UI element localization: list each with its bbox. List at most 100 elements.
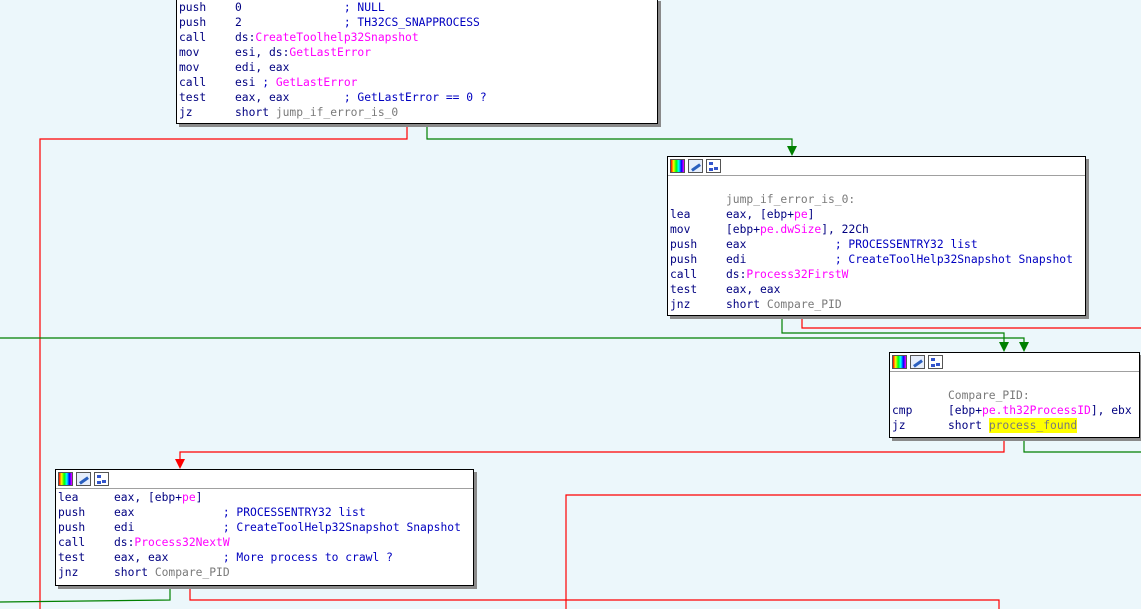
code-label[interactable]: jump_if_error_is_0: [276, 105, 398, 120]
asm-mnemonic: test: [670, 283, 698, 296]
edge-red-lower-a: [565, 494, 1141, 609]
asm-mnemonic: mov: [179, 61, 200, 74]
graph-overview-icon[interactable]: [94, 472, 109, 486]
symbol-name[interactable]: pe.dwSize: [760, 222, 821, 237]
asm-line[interactable]: push eax ; PROCESSENTRY32 list: [58, 505, 471, 520]
asm-mnemonic: call: [58, 536, 86, 549]
asm-line[interactable]: call ds:CreateToolhelp32Snapshot: [179, 30, 655, 45]
asm-operand: 0: [235, 1, 242, 14]
asm-operand: ]: [807, 208, 815, 221]
color-palette-icon[interactable]: [892, 355, 907, 369]
asm-line[interactable]: mov edi, eax: [179, 60, 655, 75]
code-label[interactable]: Compare_PID: [155, 565, 230, 580]
asm-line[interactable]: push edi ; CreateToolHelp32Snapshot Snaps…: [58, 520, 471, 535]
symbol-name[interactable]: GetLastError: [289, 45, 371, 60]
asm-comment: ; NULL: [241, 1, 385, 14]
asm-line[interactable]: push edi ; CreateToolHelp32Snapshot Snaps…: [670, 252, 1083, 267]
asm-line[interactable]: test eax, eax ; GetLastError == 0 ?: [179, 90, 655, 105]
code-label[interactable]: Compare_PID: [767, 297, 842, 312]
code-block-body: push 0 ; NULL push 2 ; TH32CS_SNAPPROCESS ca…: [177, 0, 657, 122]
edge-true-block0: [426, 124, 793, 150]
symbol-name[interactable]: pe.th32ProcessID: [982, 403, 1091, 418]
asm-line[interactable]: push eax ; PROCESSENTRY32 list: [670, 237, 1083, 252]
symbol-name[interactable]: Process32NextW: [134, 535, 229, 550]
asm-mnemonic: jnz: [58, 566, 79, 579]
asm-operand: ]: [195, 491, 203, 504]
symbol-name[interactable]: GetLastError: [276, 75, 358, 90]
asm-line[interactable]: lea eax, [ebp+pe]: [58, 490, 471, 505]
asm-line[interactable]: lea eax, [ebp+pe]: [670, 207, 1083, 222]
rename-pencil-icon[interactable]: [910, 355, 925, 369]
asm-line[interactable]: push 0 ; NULL: [179, 0, 655, 15]
asm-operand: eax, [ebp+: [726, 208, 795, 221]
highlighted-label[interactable]: process_found: [988, 418, 1078, 433]
asm-comment: ; CreateToolHelp32Snapshot Snapshot: [746, 253, 1073, 266]
asm-mnemonic: test: [179, 91, 207, 104]
rename-pencil-icon[interactable]: [76, 472, 91, 486]
asm-line[interactable]: mov esi, ds:GetLastError: [179, 45, 655, 60]
asm-operand: eax: [114, 506, 135, 519]
code-block-process32-next[interactable]: lea eax, [ebp+pe] push eax ; PROCESSENTRY32…: [55, 469, 474, 586]
asm-mnemonic: call: [179, 31, 207, 44]
edge-loop-back: [0, 585, 171, 603]
asm-mnemonic: lea: [58, 491, 79, 504]
code-block-toolbar: [890, 353, 1139, 372]
asm-line[interactable]: [670, 177, 1083, 192]
asm-operand: eax, eax: [726, 283, 781, 296]
asm-operand: esi, ds:: [235, 46, 290, 59]
asm-line[interactable]: call ds:Process32FirstW: [670, 267, 1083, 282]
asm-line[interactable]: cmp [ebp+pe.th32ProcessID], ebx: [892, 403, 1137, 418]
asm-line[interactable]: [892, 373, 1137, 388]
graph-overview-icon[interactable]: [706, 159, 721, 173]
asm-mnemonic: push: [58, 521, 86, 534]
edge-true-block2: [1023, 437, 1141, 453]
asm-line[interactable]: mov [ebp+pe.dwSize], 22Ch: [670, 222, 1083, 237]
asm-operand: 2: [235, 16, 242, 29]
symbol-name[interactable]: pe: [182, 490, 196, 505]
asm-mnemonic: jnz: [670, 298, 691, 311]
code-label[interactable]: Compare_PID:: [948, 388, 1030, 403]
asm-mnemonic: cmp: [892, 404, 913, 417]
code-block-create-snapshot[interactable]: push 0 ; NULL push 2 ; TH32CS_SNAPPROCESS ca…: [176, 0, 658, 124]
asm-mnemonic: call: [179, 76, 207, 89]
asm-line[interactable]: jnz short Compare_PID: [58, 565, 471, 580]
edge-false-block1: [801, 315, 1141, 329]
asm-line[interactable]: jz short jump_if_error_is_0: [179, 105, 655, 120]
color-palette-icon[interactable]: [670, 159, 685, 173]
asm-mnemonic: lea: [670, 208, 691, 221]
asm-line[interactable]: push 2 ; TH32CS_SNAPPROCESS: [179, 15, 655, 30]
asm-mnemonic: push: [670, 238, 698, 251]
color-palette-icon[interactable]: [58, 472, 73, 486]
graph-view-canvas[interactable]: push 0 ; NULL push 2 ; TH32CS_SNAPPROCESS ca…: [0, 0, 1141, 609]
asm-comment: ; GetLastError == 0 ?: [289, 91, 487, 104]
rename-pencil-icon[interactable]: [688, 159, 703, 173]
asm-operand: ds:: [114, 536, 135, 549]
code-block-body: lea eax, [ebp+pe] push eax ; PROCESSENTRY32…: [56, 489, 473, 582]
asm-comment: ; TH32CS_SNAPPROCESS: [241, 16, 480, 29]
asm-line[interactable]: jz short process_found: [892, 418, 1137, 433]
asm-operand: ds:: [235, 31, 256, 44]
asm-line[interactable]: call ds:Process32NextW: [58, 535, 471, 550]
asm-operand: ], ebx: [1090, 404, 1132, 417]
asm-mnemonic: jz: [179, 106, 193, 119]
asm-line[interactable]: test eax, eax ; More process to crawl ?: [58, 550, 471, 565]
asm-line[interactable]: test eax, eax: [670, 282, 1083, 297]
asm-operand: short: [726, 298, 767, 311]
asm-line[interactable]: jnz short Compare_PID: [670, 297, 1083, 312]
asm-line[interactable]: call esi ; GetLastError: [179, 75, 655, 90]
symbol-name[interactable]: CreateToolhelp32Snapshot: [255, 30, 418, 45]
code-block-toolbar: [668, 157, 1085, 176]
code-block-compare-pid[interactable]: Compare_PID: cmp [ebp+pe.th32ProcessID], e…: [889, 352, 1140, 438]
code-label[interactable]: jump_if_error_is_0:: [726, 192, 855, 207]
asm-operand: ds:: [726, 268, 747, 281]
asm-mnemonic: push: [670, 253, 698, 266]
asm-operand: [ebp+: [726, 223, 761, 236]
symbol-name[interactable]: pe: [794, 207, 808, 222]
graph-overview-icon[interactable]: [928, 355, 943, 369]
code-block-jump-if-error-is-0[interactable]: jump_if_error_is_0:lea eax, [ebp+pe] mov [e…: [667, 156, 1086, 316]
asm-line[interactable]: jump_if_error_is_0:: [670, 192, 1083, 207]
asm-mnemonic: jz: [892, 419, 906, 432]
edge-red-lower-b: [189, 585, 1000, 609]
asm-line[interactable]: Compare_PID:: [892, 388, 1137, 403]
symbol-name[interactable]: Process32FirstW: [746, 267, 848, 282]
